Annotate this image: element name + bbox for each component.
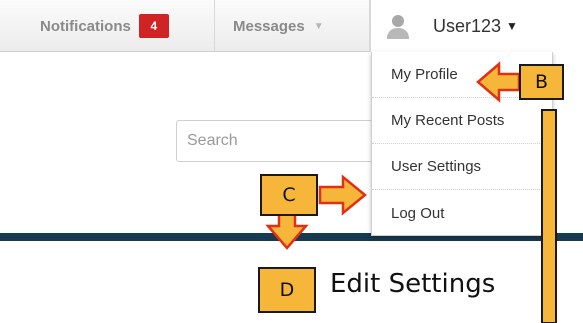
callout-d: D [258,267,316,313]
callout-c: C [260,174,318,216]
edit-settings-label: Edit Settings [330,269,496,299]
callout-b: B [519,64,564,100]
arrow-left-to-my-profile-icon [476,61,521,103]
arrow-right-to-user-settings-icon [318,174,367,216]
vertical-connector-bar [541,109,557,323]
